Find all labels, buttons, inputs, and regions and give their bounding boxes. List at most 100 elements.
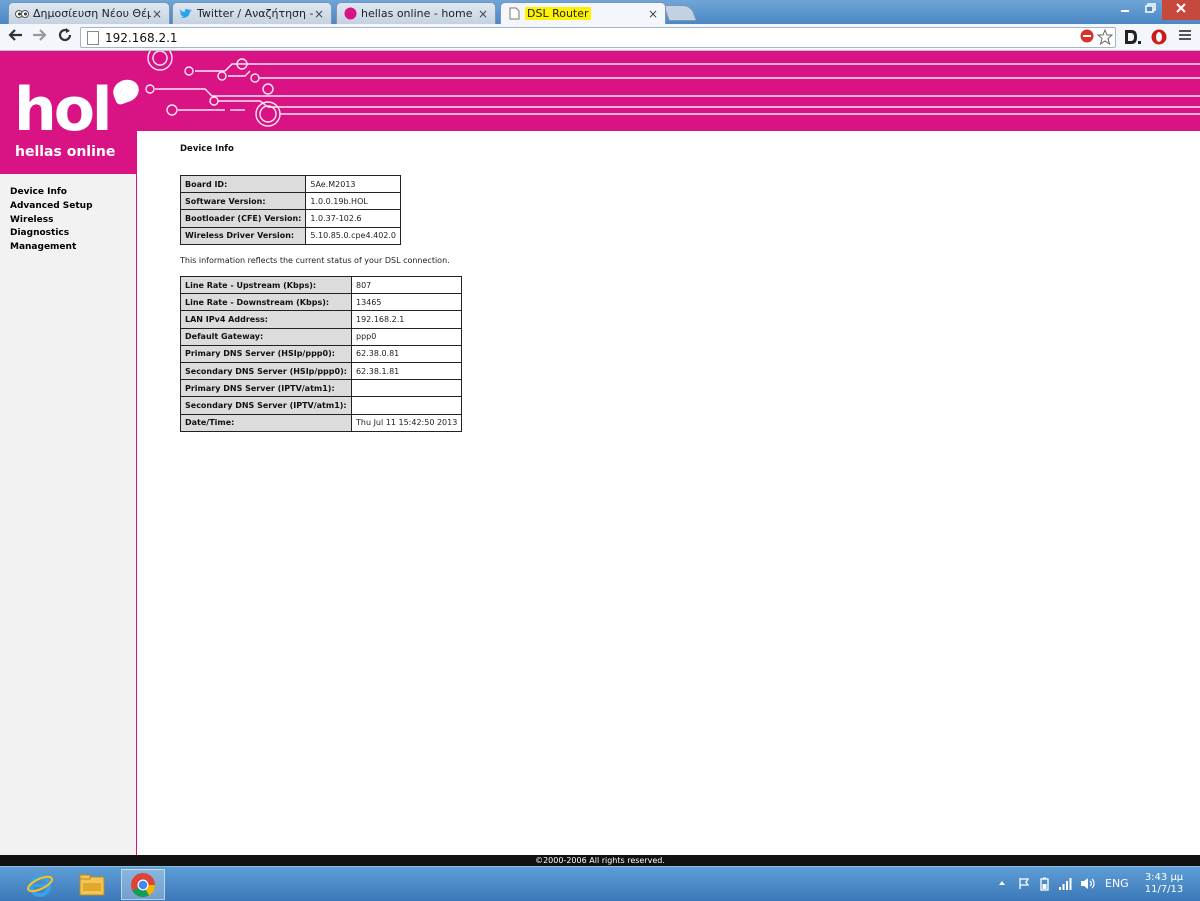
device-info-table: Board ID: 5Ae.M2013 Software Version: 1.0.… — [179, 174, 402, 245]
page-icon — [507, 7, 521, 21]
row-value: 1.0.37-102.6 — [305, 209, 402, 228]
close-icon[interactable]: × — [151, 7, 163, 21]
table-row: Default Gateway: ppp0 — [180, 327, 463, 346]
table-row: Primary DNS Server (HSIp/ppp0): 62.38.0.8… — [180, 344, 463, 363]
row-label: Secondary DNS Server (HSIp/ppp0): — [180, 361, 352, 381]
input-language-indicator[interactable]: ENG — [1105, 877, 1129, 890]
tab-label: hellas online - home — [361, 7, 473, 20]
tab-label: Twitter / Αναζήτηση - #ka — [197, 7, 313, 20]
row-value: Thu Jul 11 15:42:50 2013 — [350, 413, 463, 432]
row-label: Primary DNS Server (IPTV/atm1): — [180, 379, 352, 398]
show-hidden-icons-icon[interactable] — [998, 877, 1006, 890]
browser-tab-twitter[interactable]: Twitter / Αναζήτηση - #ka × — [172, 2, 332, 24]
url-text: 192.168.2.1 — [105, 30, 178, 45]
volume-icon[interactable] — [1080, 877, 1096, 893]
close-icon[interactable]: × — [647, 7, 659, 21]
circuit-decoration-icon — [145, 51, 1200, 127]
table-row: Line Rate - Upstream (Kbps): 807 — [180, 275, 463, 295]
row-label: LAN IPv4 Address: — [180, 310, 352, 329]
clock-time: 3:43 μμ — [1144, 872, 1184, 883]
row-label: Bootloader (CFE) Version: — [179, 209, 307, 228]
close-icon[interactable]: × — [477, 7, 489, 21]
table-row: Secondary DNS Server (IPTV/atm1): — [180, 396, 463, 415]
browser-tab-forum[interactable]: Δημοσίευση Νέου Θέματο × — [8, 2, 170, 24]
table-row: Line Rate - Downstream (Kbps): 13465 — [180, 293, 463, 312]
row-label: Default Gateway: — [180, 327, 352, 346]
menu-icon[interactable] — [1176, 29, 1194, 47]
row-value: 62.38.0.81 — [350, 344, 463, 363]
table-row: Bootloader (CFE) Version: 1.0.37-102.6 — [179, 209, 402, 228]
browser-tab-dsl-router[interactable]: DSL Router × — [500, 2, 666, 24]
battery-icon[interactable] — [1038, 877, 1051, 894]
tab-label: Δημοσίευση Νέου Θέματο — [33, 7, 151, 20]
table-row: Board ID: 5Ae.M2013 — [179, 174, 402, 194]
chrome-icon[interactable] — [121, 869, 165, 900]
table-row: Primary DNS Server (IPTV/atm1): — [180, 379, 463, 398]
sidebar-item-management[interactable]: Management — [0, 240, 136, 254]
table-row: Wireless Driver Version: 5.10.85.0.cpe4.4… — [179, 226, 402, 245]
row-value: 5Ae.M2013 — [305, 174, 402, 194]
forum-icon — [15, 7, 29, 21]
row-label: Primary DNS Server (HSIp/ppp0): — [180, 344, 352, 363]
address-bar[interactable]: 192.168.2.1 — [80, 27, 1116, 48]
row-value: 62.38.1.81 — [350, 361, 463, 381]
page-icon — [87, 30, 99, 45]
sidebar-item-wireless[interactable]: Wireless — [0, 213, 136, 227]
close-icon[interactable]: × — [313, 7, 325, 21]
connection-status-table: Line Rate - Upstream (Kbps): 807 Line Rat… — [180, 275, 463, 432]
reload-icon[interactable] — [55, 27, 75, 47]
back-arrow-icon[interactable] — [5, 27, 25, 47]
opera-icon[interactable] — [1150, 29, 1168, 47]
d-extension-icon[interactable] — [1122, 29, 1142, 47]
action-center-flag-icon[interactable] — [1018, 877, 1031, 893]
twitter-bird-icon — [179, 7, 193, 21]
brand-subtitle: hellas online — [15, 144, 116, 160]
table-row: LAN IPv4 Address: 192.168.2.1 — [180, 310, 463, 329]
row-label: Secondary DNS Server (IPTV/atm1): — [180, 396, 352, 415]
tab-label: DSL Router — [525, 7, 591, 20]
row-value: 807 — [350, 275, 463, 295]
file-explorer-icon[interactable] — [70, 869, 114, 900]
adblock-icon[interactable] — [1078, 29, 1096, 47]
hol-icon — [343, 7, 357, 21]
table-row: Date/Time: Thu Jul 11 15:42:50 2013 — [180, 413, 463, 432]
bookmark-star-icon[interactable] — [1096, 28, 1114, 47]
router-footer: ©2000-2006 All rights reserved. — [0, 855, 1200, 866]
router-content: Device Info Board ID: 5Ae.M2013 Software … — [137, 131, 1200, 855]
browser-tab-hol-home[interactable]: hellas online - home × — [336, 2, 496, 24]
sidebar-item-advanced-setup[interactable]: Advanced Setup — [0, 199, 136, 213]
row-label: Wireless Driver Version: — [179, 226, 307, 245]
router-sidebar: Device Info Advanced Setup Wireless Diag… — [0, 173, 137, 855]
page-title: Device Info — [180, 144, 234, 154]
clock-date: 11/7/13 — [1144, 884, 1184, 895]
signal-strength-icon[interactable] — [1058, 877, 1074, 893]
taskbar-clock[interactable]: 3:43 μμ 11/7/13 — [1134, 872, 1194, 896]
status-note: This information reflects the current st… — [180, 256, 450, 265]
row-value: 192.168.2.1 — [350, 310, 463, 329]
sidebar-item-device-info[interactable]: Device Info — [0, 185, 136, 199]
row-label: Board ID: — [179, 174, 307, 194]
forward-arrow-icon[interactable] — [30, 27, 50, 47]
minimize-icon[interactable] — [1112, 0, 1138, 20]
row-value: 13465 — [350, 293, 463, 312]
row-label: Date/Time: — [180, 413, 352, 432]
windows-taskbar: ENG 3:43 μμ 11/7/13 — [0, 866, 1200, 901]
row-value: 5.10.85.0.cpe4.402.0 — [305, 226, 402, 245]
row-label: Line Rate - Upstream (Kbps): — [180, 275, 352, 295]
new-tab-button[interactable] — [663, 5, 697, 21]
row-label: Software Version: — [179, 192, 307, 211]
browser-toolbar: 192.168.2.1 — [0, 24, 1200, 51]
window-close-icon[interactable] — [1162, 0, 1200, 20]
row-value — [350, 379, 463, 398]
router-header-banner — [0, 51, 1200, 131]
browser-tab-strip: Δημοσίευση Νέου Θέματο × Twitter / Αναζή… — [0, 0, 1200, 24]
brand-logo: hol — [14, 75, 113, 145]
row-value: 1.0.0.19b.HOL — [305, 192, 402, 211]
restore-icon[interactable] — [1138, 0, 1162, 20]
row-value: ppp0 — [350, 327, 463, 346]
table-row: Secondary DNS Server (HSIp/ppp0): 62.38.1… — [180, 361, 463, 381]
row-value — [350, 396, 463, 415]
sidebar-item-diagnostics[interactable]: Diagnostics — [0, 226, 136, 240]
row-label: Line Rate - Downstream (Kbps): — [180, 293, 352, 312]
internet-explorer-icon[interactable] — [18, 869, 62, 900]
